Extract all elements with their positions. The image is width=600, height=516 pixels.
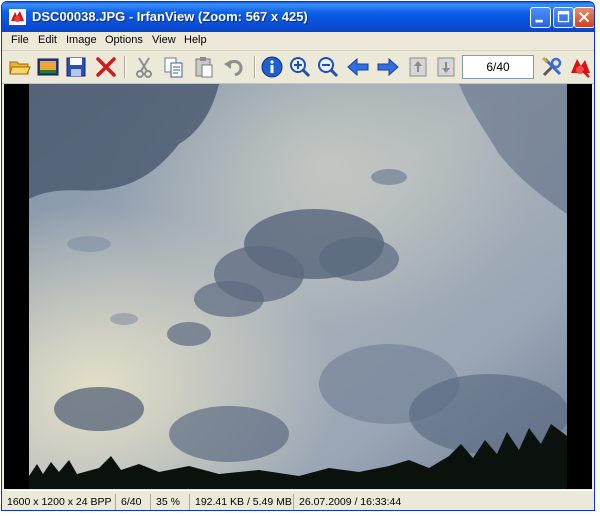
- exit-button[interactable]: [568, 55, 592, 79]
- irfanview-window: DSC00038.JPG - IrfanView (Zoom: 567 x 42…: [1, 1, 595, 511]
- previous-arrow-icon: [347, 57, 369, 77]
- delete-icon: [96, 57, 116, 77]
- paste-button[interactable]: [192, 55, 216, 79]
- save-button[interactable]: [64, 55, 88, 79]
- menu-help[interactable]: Help: [184, 34, 207, 46]
- undo-icon: [224, 59, 243, 77]
- copy-icon: [164, 57, 183, 78]
- status-file-size: 192.41 KB / 5.49 MB: [192, 494, 294, 510]
- open-folder-icon: [9, 61, 31, 75]
- previous-image-button[interactable]: [346, 55, 370, 79]
- thumbnails-button[interactable]: [36, 55, 60, 79]
- menu-options[interactable]: Options: [105, 34, 143, 46]
- status-bar: 1600 x 1200 x 24 BPP 6/40 35 % 192.41 KB…: [2, 490, 594, 510]
- toolbar: 6/40: [2, 51, 594, 84]
- menu-view[interactable]: View: [152, 34, 176, 46]
- irfanview-app-icon[interactable]: [9, 9, 26, 25]
- properties-button[interactable]: [540, 55, 564, 79]
- zoom-in-icon: [290, 57, 311, 78]
- next-image-button[interactable]: [376, 55, 400, 79]
- page-counter-field[interactable]: 6/40: [462, 55, 534, 79]
- thumbnails-icon: [37, 58, 59, 76]
- toolbar-separator: [254, 56, 256, 78]
- copy-button[interactable]: [162, 55, 186, 79]
- menu-bar: File Edit Image Options View Help: [2, 32, 594, 51]
- status-datetime: 26.07.2009 / 16:33:44: [299, 496, 402, 508]
- menu-image[interactable]: Image: [66, 34, 97, 46]
- status-image-index: 6/40: [118, 494, 151, 510]
- info-button[interactable]: [260, 55, 284, 79]
- image-viewport[interactable]: [4, 84, 592, 489]
- menu-file[interactable]: File: [11, 34, 29, 46]
- status-dimensions: 1600 x 1200 x 24 BPP: [4, 494, 116, 510]
- minimize-button[interactable]: [530, 7, 551, 28]
- undo-button[interactable]: [222, 55, 246, 79]
- exit-icon: [571, 59, 590, 78]
- photo-sky-clouds: [29, 84, 567, 489]
- minimize-icon: [535, 19, 543, 23]
- cut-button[interactable]: [132, 55, 156, 79]
- first-page-icon: [409, 57, 427, 77]
- cut-icon: [136, 57, 152, 78]
- last-page-button[interactable]: [434, 55, 458, 79]
- delete-button[interactable]: [94, 55, 118, 79]
- save-icon: [66, 57, 86, 77]
- close-button[interactable]: [574, 7, 594, 28]
- zoom-in-button[interactable]: [288, 55, 312, 79]
- maximize-icon: [557, 10, 570, 23]
- menu-edit[interactable]: Edit: [38, 34, 57, 46]
- window-title: DSC00038.JPG - IrfanView (Zoom: 567 x 42…: [32, 9, 308, 24]
- paste-icon: [195, 57, 213, 78]
- close-icon: [578, 11, 590, 23]
- last-page-icon: [437, 57, 455, 77]
- title-bar[interactable]: DSC00038.JPG - IrfanView (Zoom: 567 x 42…: [2, 2, 594, 32]
- toolbar-separator: [124, 56, 126, 78]
- maximize-button[interactable]: [553, 7, 574, 28]
- first-page-button[interactable]: [406, 55, 430, 79]
- zoom-out-button[interactable]: [316, 55, 340, 79]
- open-button[interactable]: [8, 55, 32, 79]
- next-arrow-icon: [377, 57, 399, 77]
- status-zoom: 35 %: [153, 494, 190, 510]
- info-icon: [261, 56, 283, 78]
- properties-tools-icon: [541, 56, 562, 77]
- zoom-out-icon: [318, 57, 339, 78]
